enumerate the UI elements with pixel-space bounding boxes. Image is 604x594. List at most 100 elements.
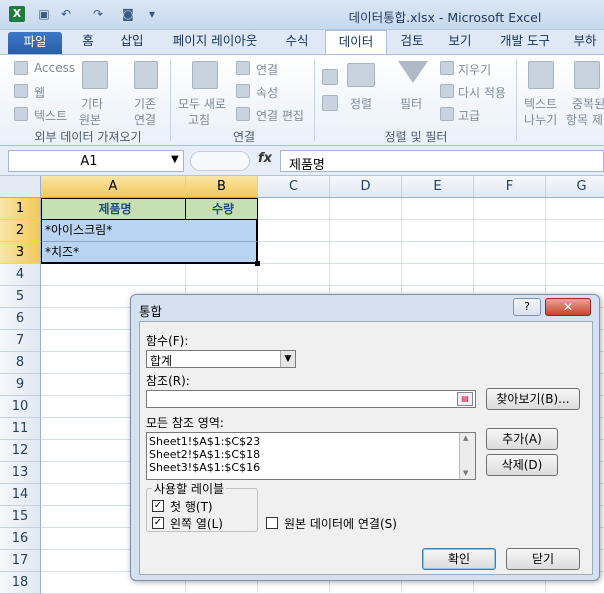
existing-connections-button[interactable]: 기존 bbox=[134, 95, 156, 112]
sort-button[interactable]: 정렬 bbox=[350, 95, 372, 112]
properties-button[interactable]: 속성 bbox=[256, 84, 278, 101]
add-button[interactable]: 추가(A) bbox=[486, 428, 558, 450]
text-file-button[interactable]: 텍스트 bbox=[34, 107, 67, 124]
tab-formulas[interactable]: 수식 bbox=[275, 30, 319, 54]
remove-duplicates-button[interactable]: 중복된 bbox=[572, 95, 604, 112]
group-sort-filter: 정렬 및 필터 bbox=[384, 130, 448, 144]
row-header-8[interactable]: 8 bbox=[0, 352, 41, 374]
list-scrollbar[interactable]: ▲ ▼ bbox=[459, 433, 475, 479]
cell-b1[interactable]: 수량 bbox=[186, 198, 258, 220]
ok-button[interactable]: 확인 bbox=[422, 548, 496, 570]
name-box[interactable]: A1 ▼ bbox=[8, 150, 184, 172]
ribbon-tabs: 파일 홈 삽입 페이지 레이아웃 수식 데이터 검토 보기 개발 도구 부하 bbox=[0, 30, 604, 54]
row-header-4[interactable]: 4 bbox=[0, 264, 41, 286]
close-icon[interactable]: ✕ bbox=[545, 298, 591, 316]
column-header-f[interactable]: F bbox=[474, 176, 546, 198]
browse-button[interactable]: 찾아보기(B)... bbox=[486, 388, 580, 410]
row-header-15[interactable]: 15 bbox=[0, 506, 41, 528]
ribbon-data: Access 웹 텍스트 기타 원본 기존 연결 외부 데이터 가져오기 모두 … bbox=[0, 54, 604, 146]
row-header-1[interactable]: 1 bbox=[0, 198, 41, 220]
web-button[interactable]: 웹 bbox=[34, 84, 45, 101]
close-button[interactable]: 닫기 bbox=[506, 548, 580, 570]
row-header-7[interactable]: 7 bbox=[0, 330, 41, 352]
reference-item[interactable]: Sheet2!$A$1:$C$18 bbox=[149, 448, 260, 461]
row-header-17[interactable]: 17 bbox=[0, 550, 41, 572]
edit-links-button[interactable]: 연결 편집 bbox=[256, 107, 304, 124]
help-button[interactable]: ? bbox=[513, 298, 541, 316]
cell-b3[interactable] bbox=[186, 242, 258, 264]
left-column-checkbox[interactable]: ✓ bbox=[152, 517, 164, 529]
reference-input[interactable]: ▤ bbox=[146, 390, 476, 408]
link-source-checkbox[interactable] bbox=[266, 517, 278, 529]
customize-qat-icon[interactable]: ▾ bbox=[144, 6, 160, 22]
cell-a2[interactable]: *아이스크림* bbox=[41, 220, 186, 242]
row-header-5[interactable]: 5 bbox=[0, 286, 41, 308]
collapse-dialog-icon[interactable]: ▤ bbox=[457, 392, 473, 406]
delete-button[interactable]: 삭제(D) bbox=[486, 454, 558, 476]
row-header-12[interactable]: 12 bbox=[0, 440, 41, 462]
chevron-down-icon[interactable]: ▼ bbox=[280, 351, 295, 367]
scroll-down-icon[interactable]: ▼ bbox=[463, 469, 468, 477]
sort-desc-icon[interactable] bbox=[322, 95, 338, 111]
all-references-list[interactable]: Sheet1!$A$1:$C$23 Sheet2!$A$1:$C$18 Shee… bbox=[146, 432, 476, 480]
reference-item[interactable]: Sheet3!$A$1:$C$16 bbox=[149, 461, 260, 474]
advanced-button[interactable]: 고급 bbox=[458, 107, 480, 124]
row-header-14[interactable]: 14 bbox=[0, 484, 41, 506]
tab-data[interactable]: 데이터 bbox=[325, 30, 387, 54]
consolidate-dialog: 통합 ? ✕ 함수(F): 합계 ▼ 참조(R): ▤ 찾아보기(B)... 모… bbox=[130, 294, 600, 581]
sort-asc-icon[interactable] bbox=[322, 69, 338, 85]
tab-view[interactable]: 보기 bbox=[440, 30, 480, 54]
row-header-3[interactable]: 3 bbox=[0, 242, 41, 264]
excel-app-icon[interactable]: X bbox=[9, 6, 25, 22]
title-bar: X ▣ ↶ ↷ ◙ ▾ 데이터통합.xlsx - Microsoft Excel bbox=[0, 0, 604, 30]
cell-a1[interactable]: 제품명 bbox=[41, 198, 186, 220]
function-select[interactable]: 합계 ▼ bbox=[146, 350, 296, 368]
tab-file[interactable]: 파일 bbox=[8, 32, 62, 54]
connections-icon bbox=[236, 61, 250, 75]
save-icon[interactable]: ▣ bbox=[36, 6, 52, 22]
tab-home[interactable]: 홈 bbox=[70, 30, 106, 54]
tab-page-layout[interactable]: 페이지 레이아웃 bbox=[160, 30, 270, 54]
formula-input[interactable]: 제품명 bbox=[280, 150, 604, 173]
connections-button[interactable]: 연결 bbox=[256, 61, 278, 78]
row-header-9[interactable]: 9 bbox=[0, 374, 41, 396]
scroll-up-icon[interactable]: ▲ bbox=[463, 434, 468, 442]
access-icon bbox=[14, 61, 28, 75]
fill-handle[interactable] bbox=[255, 261, 260, 266]
tab-addins[interactable]: 부하 bbox=[566, 30, 604, 54]
filter-button[interactable]: 필터 bbox=[400, 95, 422, 112]
row-header-6[interactable]: 6 bbox=[0, 308, 41, 330]
other-sources-button[interactable]: 기타 bbox=[81, 95, 103, 112]
row-header-16[interactable]: 16 bbox=[0, 528, 41, 550]
tab-review[interactable]: 검토 bbox=[392, 30, 432, 54]
row-header-13[interactable]: 13 bbox=[0, 462, 41, 484]
tab-insert[interactable]: 삽입 bbox=[110, 30, 154, 54]
select-all-corner[interactable] bbox=[0, 176, 41, 198]
row-header-18[interactable]: 18 bbox=[0, 572, 41, 594]
column-header-g[interactable]: G bbox=[546, 176, 604, 198]
row-header-2[interactable]: 2 bbox=[0, 220, 41, 242]
redo-icon[interactable]: ↷ bbox=[90, 6, 106, 22]
tab-developer[interactable]: 개발 도구 bbox=[490, 30, 560, 54]
column-header-a[interactable]: A bbox=[41, 176, 186, 198]
text-to-columns-button[interactable]: 텍스트 bbox=[524, 95, 557, 112]
cell-b2[interactable] bbox=[186, 220, 258, 242]
reapply-button[interactable]: 다시 적용 bbox=[458, 84, 506, 101]
undo-icon[interactable]: ↶ bbox=[58, 6, 74, 22]
column-header-d[interactable]: D bbox=[330, 176, 402, 198]
refresh-all-button[interactable]: 모두 새로 bbox=[178, 95, 226, 112]
row-header-11[interactable]: 11 bbox=[0, 418, 41, 440]
access-button[interactable]: Access bbox=[34, 61, 75, 75]
camera-icon[interactable]: ◙ bbox=[120, 6, 136, 22]
reference-item[interactable]: Sheet1!$A$1:$C$23 bbox=[149, 435, 260, 448]
cell-a3[interactable]: *치즈* bbox=[41, 242, 186, 264]
chevron-down-icon[interactable]: ▼ bbox=[171, 154, 179, 165]
top-row-checkbox[interactable]: ✓ bbox=[152, 500, 164, 512]
insert-function-icon[interactable]: fx bbox=[258, 151, 272, 166]
formula-bar-handle[interactable] bbox=[190, 151, 250, 171]
row-header-10[interactable]: 10 bbox=[0, 396, 41, 418]
column-header-c[interactable]: C bbox=[258, 176, 330, 198]
column-header-e[interactable]: E bbox=[402, 176, 474, 198]
column-header-b[interactable]: B bbox=[186, 176, 258, 198]
clear-button[interactable]: 지우기 bbox=[458, 61, 491, 78]
